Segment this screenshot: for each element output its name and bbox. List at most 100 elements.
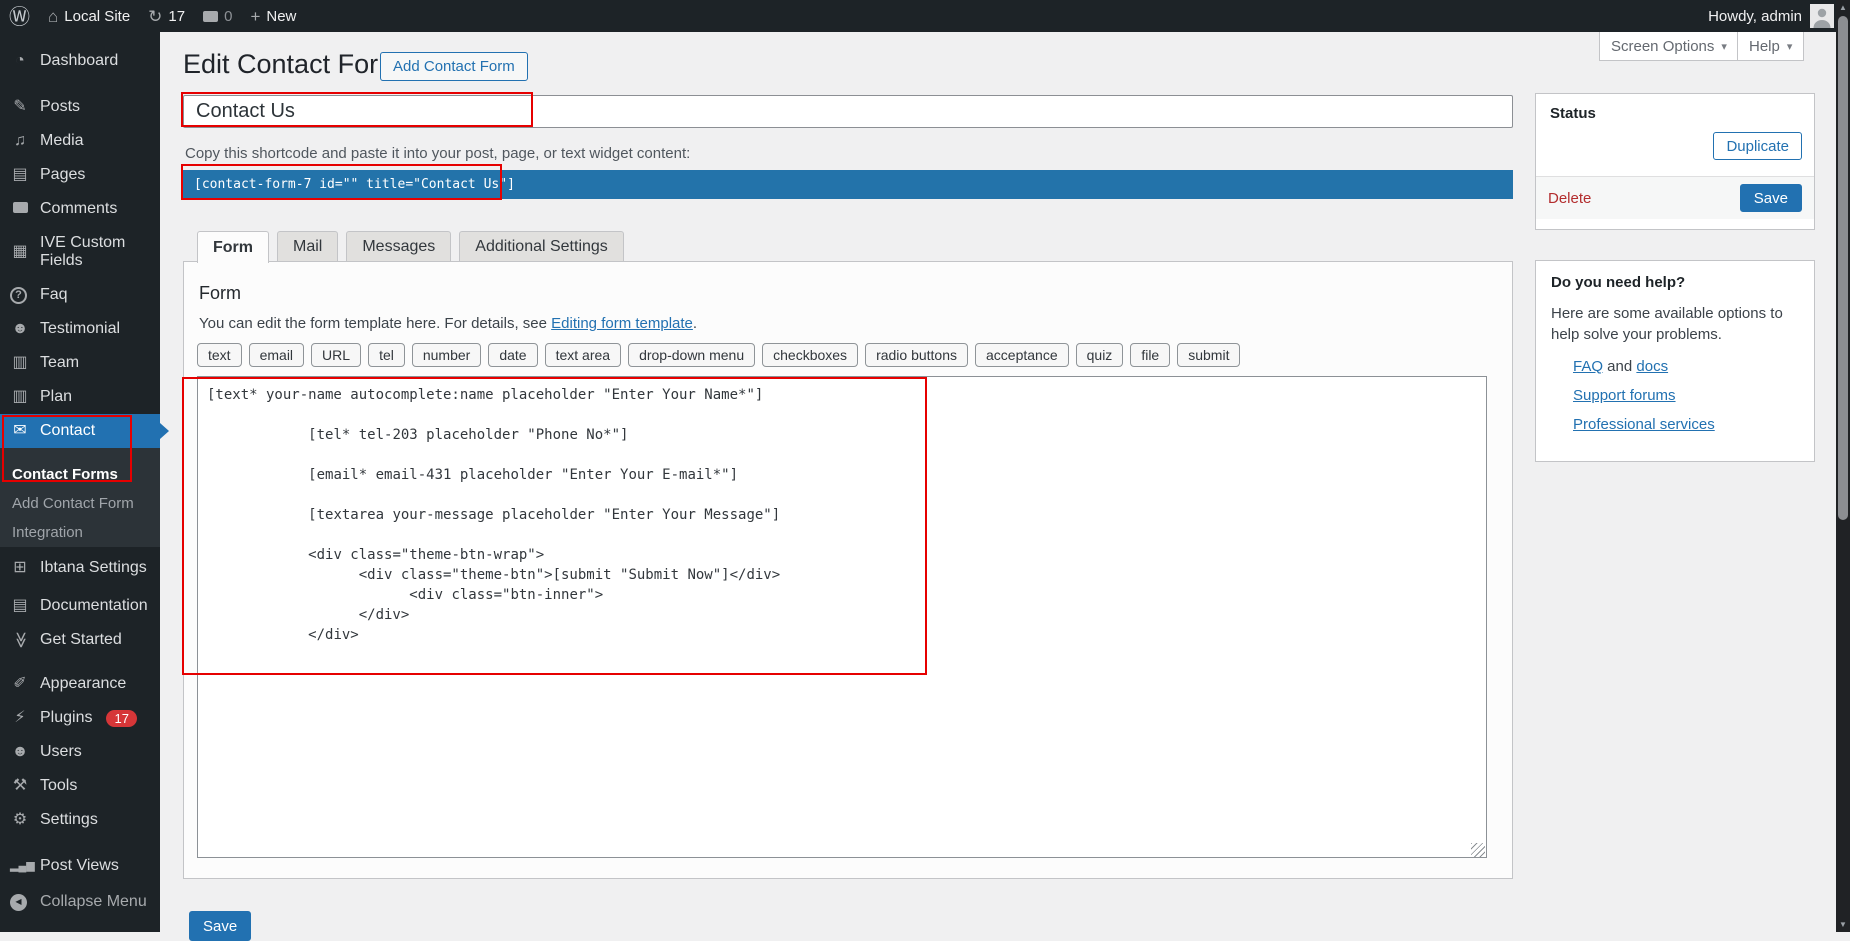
chevron-down-icon: ▾ — [1787, 40, 1793, 53]
sidebar-item-documentation[interactable]: ▤ Documentation — [0, 589, 160, 623]
plugins-update-badge: 17 — [106, 710, 136, 727]
sidebar-item-plan[interactable]: ▥ Plan — [0, 380, 160, 414]
chevron-down-icon: ▾ — [1721, 40, 1727, 53]
tag-button-url[interactable]: URL — [311, 343, 361, 367]
editing-form-template-link[interactable]: Editing form template — [551, 315, 693, 332]
status-box: Status Duplicate Delete Save — [1535, 93, 1815, 230]
tag-button-file[interactable]: file — [1130, 343, 1170, 367]
tab-additional-settings[interactable]: Additional Settings — [459, 231, 624, 262]
sidebar-item-posts[interactable]: ✎ Posts — [0, 90, 160, 124]
sidebar-item-settings[interactable]: ⚙ Settings — [0, 803, 160, 837]
howdy-account-link[interactable]: Howdy, admin — [1708, 8, 1802, 25]
sidebar-item-media[interactable]: ♫ Media — [0, 124, 160, 158]
sidebar-item-pages[interactable]: ▤ Pages — [0, 158, 160, 192]
admin-bar: Ⓦ ⌂ Local Site ↻ 17 0 + New Howdy, admin — [0, 0, 1850, 32]
sidebar-item-get-started[interactable]: ≫ Get Started — [0, 623, 160, 657]
comments-icon — [10, 201, 30, 217]
sidebar-item-faq[interactable]: ? Faq — [0, 278, 160, 312]
plugins-icon: ⚡ — [10, 710, 30, 726]
sidebar-item-ive-custom-fields[interactable]: ▦ IVE Custom Fields — [0, 226, 160, 278]
submenu-item-add-contact-form[interactable]: Add Contact Form — [0, 489, 160, 518]
users-icon: ☻ — [10, 744, 30, 760]
scrollbar-up-arrow-icon[interactable]: ▲ — [1836, 3, 1850, 12]
ibtana-settings-icon: ⊞ — [10, 560, 30, 576]
support-forums-link[interactable]: Support forums — [1573, 387, 1676, 404]
sidebar-item-collapse-menu[interactable]: ◀ Collapse Menu — [0, 885, 160, 919]
status-box-body: Duplicate — [1536, 122, 1814, 176]
status-box-footer: Delete Save — [1536, 176, 1814, 219]
submenu-item-integration[interactable]: Integration — [0, 518, 160, 547]
tag-button-radio-buttons[interactable]: radio buttons — [865, 343, 968, 367]
tag-button-quiz[interactable]: quiz — [1076, 343, 1124, 367]
docs-link[interactable]: docs — [1636, 358, 1668, 375]
status-box-title: Status — [1536, 94, 1814, 122]
shortcode-field[interactable]: [contact-form-7 id="" title="Contact Us"… — [183, 170, 1513, 199]
wordpress-logo-icon: Ⓦ — [9, 1, 30, 31]
sidebar-item-dashboard[interactable]: ◔ Dashboard — [0, 44, 160, 78]
faq-link[interactable]: FAQ — [1573, 358, 1603, 375]
sidebar-item-testimonial[interactable]: ☻ Testimonial — [0, 312, 160, 346]
sidebar-item-plugins[interactable]: ⚡ Plugins 17 — [0, 701, 160, 735]
avatar[interactable] — [1810, 4, 1834, 28]
textarea-resize-handle[interactable] — [1471, 843, 1485, 857]
support-forums-row: Support forums — [1573, 387, 1799, 404]
sidebar-item-ibtana-settings[interactable]: ⊞ Ibtana Settings — [0, 551, 160, 585]
comments-link[interactable]: 0 — [194, 0, 241, 32]
updates-icon: ↻ — [148, 8, 162, 25]
vertical-scrollbar: ▲ ▼ — [1836, 0, 1850, 932]
sidebar-item-appearance[interactable]: ✐ Appearance — [0, 667, 160, 701]
delete-link[interactable]: Delete — [1548, 190, 1591, 207]
screen-options-tab[interactable]: Screen Options ▾ — [1599, 32, 1739, 61]
scrollbar-thumb[interactable] — [1838, 16, 1848, 520]
save-button[interactable]: Save — [189, 911, 251, 941]
comment-bubble-icon — [203, 11, 218, 22]
scrollbar-down-arrow-icon[interactable]: ▼ — [1836, 920, 1850, 929]
form-template-editor[interactable]: [text* your-name autocomplete:name place… — [197, 376, 1487, 858]
tag-button-text-area[interactable]: text area — [545, 343, 621, 367]
sidebar-item-comments[interactable]: Comments — [0, 192, 160, 226]
admin-menu-lower: ⊞ Ibtana Settings ▤ Documentation ≫ Get … — [0, 547, 160, 919]
comments-count: 0 — [224, 8, 232, 25]
tag-button-email[interactable]: email — [249, 343, 304, 367]
tab-messages[interactable]: Messages — [346, 231, 451, 262]
custom-fields-icon: ▦ — [10, 244, 30, 260]
editor-tabs: Form Mail Messages Additional Settings — [197, 231, 624, 263]
documentation-icon: ▤ — [10, 598, 30, 614]
duplicate-button[interactable]: Duplicate — [1713, 132, 1802, 160]
submenu-item-contact-forms[interactable]: Contact Forms — [0, 460, 160, 489]
shortcode-help-text: Copy this shortcode and paste it into yo… — [185, 145, 690, 162]
sidebar-item-post-views[interactable]: ▂▄▆ Post Views — [0, 849, 160, 883]
form-title-input[interactable] — [183, 95, 1513, 128]
faq-docs-row: FAQ and docs — [1573, 358, 1799, 375]
tag-button-checkboxes[interactable]: checkboxes — [762, 343, 858, 367]
site-name-link[interactable]: ⌂ Local Site — [39, 0, 139, 32]
tag-button-text[interactable]: text — [197, 343, 242, 367]
tag-button-tel[interactable]: tel — [368, 343, 405, 367]
tag-button-number[interactable]: number — [412, 343, 481, 367]
sidebar-item-tools[interactable]: ⚒ Tools — [0, 769, 160, 803]
sidebar-item-users[interactable]: ☻ Users — [0, 735, 160, 769]
new-content-link[interactable]: + New — [241, 0, 305, 32]
tag-button-acceptance[interactable]: acceptance — [975, 343, 1069, 367]
settings-icon: ⚙ — [10, 812, 30, 828]
wp-logo-menu[interactable]: Ⓦ — [0, 0, 39, 32]
home-icon: ⌂ — [48, 8, 58, 25]
faq-icon: ? — [10, 287, 30, 304]
tab-mail[interactable]: Mail — [277, 231, 338, 262]
status-save-button[interactable]: Save — [1740, 184, 1802, 212]
sidebar-item-team[interactable]: ▥ Team — [0, 346, 160, 380]
tag-button-date[interactable]: date — [488, 343, 537, 367]
professional-services-link[interactable]: Professional services — [1573, 416, 1715, 433]
help-tab[interactable]: Help ▾ — [1737, 32, 1804, 61]
updates-count: 17 — [168, 8, 185, 25]
add-contact-form-button[interactable]: Add Contact Form — [380, 52, 528, 81]
appearance-icon: ✐ — [10, 676, 30, 692]
tab-form[interactable]: Form — [197, 231, 269, 263]
new-label: New — [266, 8, 296, 25]
contact-icon: ✉ — [10, 423, 30, 439]
sidebar-item-contact[interactable]: ✉ Contact — [0, 414, 160, 448]
tag-button-drop-down-menu[interactable]: drop-down menu — [628, 343, 755, 367]
tag-button-submit[interactable]: submit — [1177, 343, 1240, 367]
need-help-body: Here are some available options to help … — [1551, 303, 1799, 345]
updates-link[interactable]: ↻ 17 — [139, 0, 194, 32]
